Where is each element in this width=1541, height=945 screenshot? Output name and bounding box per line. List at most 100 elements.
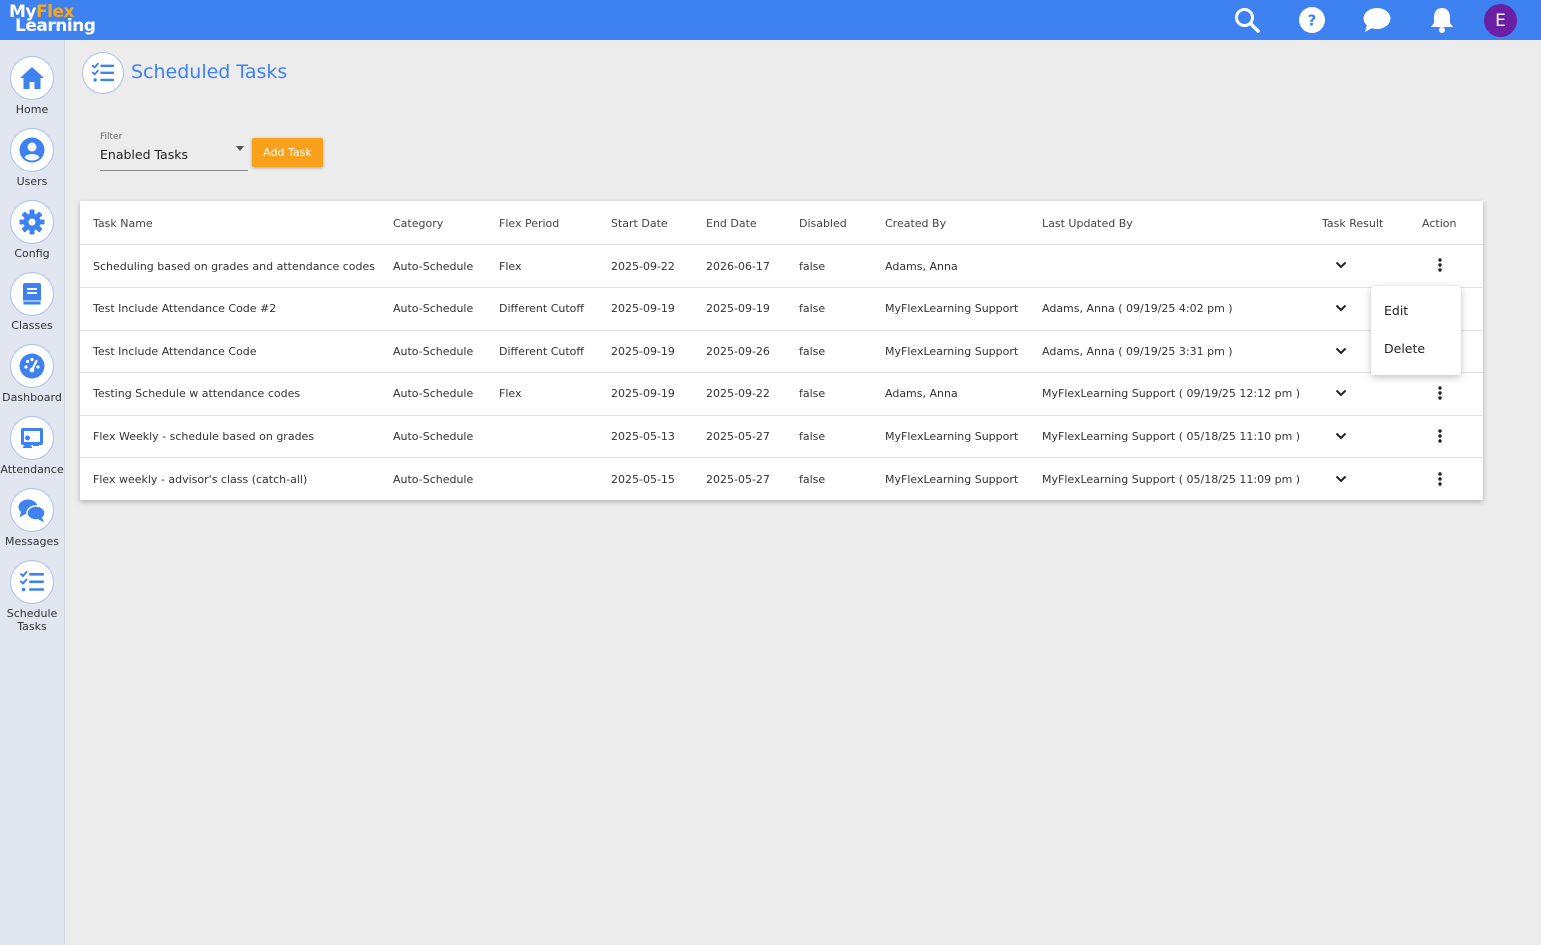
chat-icon[interactable] <box>1362 5 1392 35</box>
divider <box>80 415 1483 416</box>
divider <box>80 457 1483 458</box>
cell-category: Auto-Schedule <box>393 260 474 273</box>
dropdown-caret-icon <box>236 146 244 151</box>
chevron-down-icon[interactable] <box>1334 429 1348 443</box>
cell-start-date: 2025-09-19 <box>611 302 675 315</box>
cell-created-by: MyFlexLearning Support <box>885 345 1019 358</box>
cell-created-by: Adams, Anna <box>885 387 958 400</box>
cell-task-name: Flex Weekly - schedule based on grades <box>93 430 315 443</box>
cell-disabled: false <box>799 473 826 486</box>
cell-flex-period: Different Cutoff <box>499 345 584 358</box>
cell-end-date: 2025-09-22 <box>706 387 770 400</box>
cell-end-date: 2026-06-17 <box>706 260 770 273</box>
cell-disabled: false <box>799 387 826 400</box>
more-vert-icon[interactable] <box>1434 471 1446 487</box>
sidebar-item-attendance[interactable]: Attendance <box>0 416 64 476</box>
bell-icon[interactable] <box>1427 5 1457 35</box>
cell-category: Auto-Schedule <box>393 387 474 400</box>
cell-category: Auto-Schedule <box>393 473 474 486</box>
sidebar-item-label: Config <box>14 247 50 260</box>
sidebar-item-classes[interactable]: Classes <box>0 272 64 332</box>
search-icon[interactable] <box>1232 5 1262 35</box>
column-header-flex-period[interactable]: Flex Period <box>499 217 559 230</box>
column-header-start-date[interactable]: Start Date <box>611 217 668 230</box>
cell-task-name: Test Include Attendance Code #2 <box>93 302 277 315</box>
chevron-down-icon[interactable] <box>1334 258 1348 272</box>
cell-end-date: 2025-05-27 <box>706 473 770 486</box>
column-header-task-name[interactable]: Task Name <box>93 217 153 230</box>
more-vert-icon[interactable] <box>1434 428 1446 444</box>
column-header-end-date[interactable]: End Date <box>706 217 757 230</box>
cell-task-name: Testing Schedule w attendance codes <box>93 387 301 400</box>
cell-category: Auto-Schedule <box>393 345 474 358</box>
cell-category: Auto-Schedule <box>393 302 474 315</box>
column-header-disabled[interactable]: Disabled <box>799 217 847 230</box>
filter-select[interactable]: Filter Enabled Tasks <box>100 131 248 171</box>
cell-last-updated-by: MyFlexLearning Support ( 05/18/25 11:09 … <box>1042 473 1301 486</box>
menu-item-delete[interactable]: Delete <box>1384 341 1425 356</box>
sidebar-item-label: Users <box>16 175 48 188</box>
column-header-action: Action <box>1422 217 1457 230</box>
cell-category: Auto-Schedule <box>393 430 474 443</box>
column-header-category[interactable]: Category <box>393 217 443 230</box>
chevron-down-icon[interactable] <box>1334 472 1348 486</box>
divider <box>80 244 1483 245</box>
tasks-table: Task Name Category Flex Period Start Dat… <box>80 201 1483 500</box>
cell-end-date: 2025-05-27 <box>706 430 770 443</box>
cell-start-date: 2025-05-13 <box>611 430 675 443</box>
cell-start-date: 2025-09-22 <box>611 260 675 273</box>
help-icon[interactable]: ? <box>1297 5 1327 35</box>
divider <box>80 330 1483 331</box>
cell-disabled: false <box>799 345 826 358</box>
filter-label: Filter <box>100 132 123 142</box>
cell-disabled: false <box>799 260 826 273</box>
filter-value: Enabled Tasks <box>100 147 188 162</box>
menu-item-edit[interactable]: Edit <box>1384 303 1408 318</box>
cell-last-updated-by: MyFlexLearning Support ( 09/19/25 12:12 … <box>1042 387 1301 400</box>
column-header-created-by[interactable]: Created By <box>885 217 946 230</box>
more-vert-icon[interactable] <box>1434 385 1446 401</box>
cell-task-name: Scheduling based on grades and attendanc… <box>93 260 375 273</box>
sidebar-item-label: Attendance <box>0 463 64 476</box>
cell-last-updated-by: Adams, Anna ( 09/19/25 3:31 pm ) <box>1042 345 1233 358</box>
cell-flex-period: Flex <box>499 387 522 400</box>
row-action-menu: Edit Delete <box>1371 286 1461 375</box>
sidebar-item-schedule-tasks[interactable]: Schedule Tasks <box>0 560 64 633</box>
sidebar-item-config[interactable]: Config <box>0 200 64 260</box>
task-list-icon <box>20 571 44 592</box>
column-header-task-result: Task Result <box>1322 217 1384 230</box>
task-list-icon <box>91 62 115 82</box>
cell-last-updated-by: Adams, Anna ( 09/19/25 4:02 pm ) <box>1042 302 1233 315</box>
logo-text-learning: Learning <box>15 16 96 36</box>
cell-disabled: false <box>799 430 826 443</box>
sidebar-item-home[interactable]: Home <box>0 56 64 116</box>
book-icon <box>22 283 42 306</box>
column-header-last-updated-by[interactable]: Last Updated By <box>1042 217 1133 230</box>
cell-start-date: 2025-05-15 <box>611 473 675 486</box>
sidebar-item-dashboard[interactable]: Dashboard <box>0 344 64 404</box>
home-icon <box>20 67 44 89</box>
user-icon <box>19 137 45 163</box>
chevron-down-icon[interactable] <box>1334 301 1348 315</box>
sidebar-item-users[interactable]: Users <box>0 128 64 188</box>
cell-end-date: 2025-09-26 <box>706 345 770 358</box>
cell-created-by: MyFlexLearning Support <box>885 302 1019 315</box>
sidebar-item-messages[interactable]: Messages <box>0 488 64 548</box>
logo[interactable]: MyFlex Learning <box>9 2 104 38</box>
gauge-icon <box>19 353 45 379</box>
cell-flex-period: Flex <box>499 260 522 273</box>
cell-created-by: MyFlexLearning Support <box>885 473 1019 486</box>
chevron-down-icon[interactable] <box>1334 386 1348 400</box>
cell-created-by: Adams, Anna <box>885 260 958 273</box>
avatar[interactable]: E <box>1484 4 1517 37</box>
cell-end-date: 2025-09-19 <box>706 302 770 315</box>
page-title: Scheduled Tasks <box>131 61 288 83</box>
sidebar-item-label: Home <box>15 103 49 116</box>
presentation-icon <box>21 428 43 448</box>
add-task-button[interactable]: Add Task <box>252 138 323 167</box>
chevron-down-icon[interactable] <box>1334 344 1348 358</box>
cell-flex-period: Different Cutoff <box>499 302 584 315</box>
svg-text:?: ? <box>1308 12 1317 30</box>
more-vert-icon[interactable] <box>1434 257 1446 273</box>
sidebar: Home Users Config Classes Dashboard Atte… <box>0 40 65 945</box>
